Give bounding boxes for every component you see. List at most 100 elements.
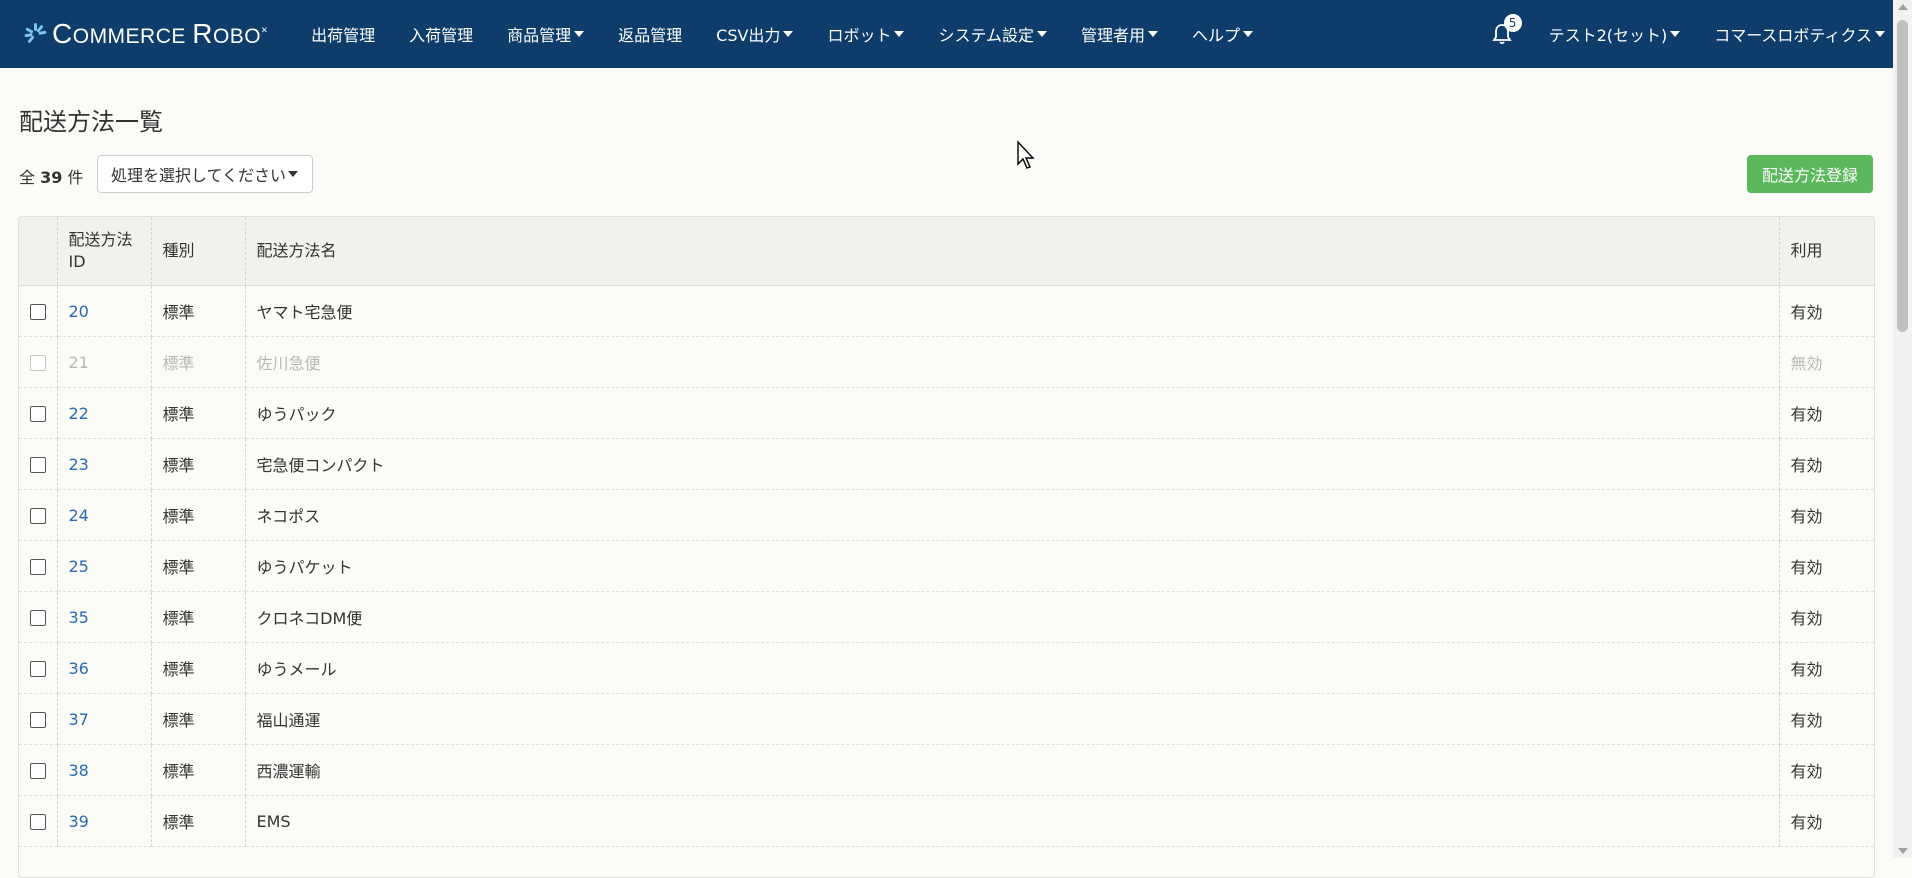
page-scrollbar[interactable] xyxy=(1893,0,1912,858)
nav-right: 5 テスト2(セット) コマースロボティクス xyxy=(1482,0,1893,68)
notification-button[interactable]: 5 xyxy=(1482,0,1522,68)
table-row[interactable]: 36 標準 ゆうメール 有効 xyxy=(19,642,1874,694)
row-name: 西濃運輸 xyxy=(245,744,1780,796)
header-type[interactable]: 種別 xyxy=(151,217,246,286)
row-checkbox xyxy=(19,336,58,388)
row-id-link[interactable]: 25 xyxy=(57,540,152,592)
nav-item[interactable]: ヘルプ xyxy=(1175,0,1270,68)
nav-item[interactable]: CSV出力 xyxy=(699,0,810,68)
main-menu: 出荷管理 入荷管理 商品管理 返品管理 CSV出力 ロボット システム設定 管理者用 ヘルプ xyxy=(294,0,1270,68)
company-menu[interactable]: コマースロボティクス xyxy=(1697,0,1893,68)
row-type: 標準 xyxy=(151,489,246,541)
row-id-link[interactable]: 38 xyxy=(57,744,152,796)
checkbox[interactable] xyxy=(29,763,46,779)
header-id[interactable]: 配送方法 ID xyxy=(57,217,152,286)
row-id-link[interactable]: 35 xyxy=(57,591,152,643)
row-checkbox xyxy=(19,744,58,796)
bulk-action-label: 処理を選択してください xyxy=(111,166,287,185)
row-checkbox xyxy=(19,591,58,643)
table-row[interactable]: 37 標準 福山通運 有効 xyxy=(19,693,1874,745)
table-row[interactable]: 38 標準 西濃運輸 有効 xyxy=(19,744,1874,796)
row-status: 有効 xyxy=(1779,540,1874,592)
scroll-up-arrow-icon[interactable] xyxy=(1898,4,1908,10)
nav-item[interactable]: システム設定 xyxy=(921,0,1064,68)
row-checkbox xyxy=(19,540,58,592)
checkbox[interactable] xyxy=(29,814,46,830)
chevron-down-icon xyxy=(1148,31,1158,37)
nav-item-label: ロボット xyxy=(827,26,892,45)
row-checkbox xyxy=(19,693,58,745)
row-id-link[interactable]: 39 xyxy=(57,795,152,847)
row-id-link[interactable]: 22 xyxy=(57,387,152,439)
row-id-link[interactable]: 21 xyxy=(57,336,152,388)
nav-item[interactable]: 管理者用 xyxy=(1064,0,1175,68)
nav-item-label: 入荷管理 xyxy=(409,26,474,45)
row-id-link[interactable]: 24 xyxy=(57,489,152,541)
count-value: 39 xyxy=(40,168,63,187)
checkbox[interactable] xyxy=(29,712,46,728)
row-checkbox xyxy=(19,489,58,541)
mouse-cursor-icon xyxy=(1017,140,1035,169)
brand-logo[interactable]: COMMERCE ROBO× xyxy=(24,18,268,50)
logo-burst-icon xyxy=(24,23,47,45)
checkbox[interactable] xyxy=(29,355,46,371)
table-row[interactable]: 21 標準 佐川急便 無効 xyxy=(19,336,1874,388)
scroll-thumb[interactable] xyxy=(1897,20,1908,332)
row-status: 無効 xyxy=(1779,336,1874,388)
scroll-down-arrow-icon[interactable] xyxy=(1898,848,1908,854)
nav-item-label: 商品管理 xyxy=(507,26,572,45)
register-shipping-method-button[interactable]: 配送方法登録 xyxy=(1747,155,1873,193)
checkbox[interactable] xyxy=(29,508,46,524)
checkbox[interactable] xyxy=(29,406,46,422)
count-suffix: 件 xyxy=(67,168,84,187)
table-row[interactable]: 35 標準 クロネコDM便 有効 xyxy=(19,591,1874,643)
row-name: EMS xyxy=(245,795,1780,847)
checkbox[interactable] xyxy=(29,610,46,626)
company-menu-label: コマースロボティクス xyxy=(1714,26,1872,45)
row-type: 標準 xyxy=(151,438,246,490)
chevron-down-icon xyxy=(1875,31,1885,37)
table-row[interactable]: 20 標準 ヤマト宅急便 有効 xyxy=(19,285,1874,337)
table-row[interactable]: 25 標準 ゆうパケット 有効 xyxy=(19,540,1874,592)
row-checkbox xyxy=(19,285,58,337)
row-id-link[interactable]: 20 xyxy=(57,285,152,337)
row-status: 有効 xyxy=(1779,387,1874,439)
table-row[interactable]: 22 標準 ゆうパック 有効 xyxy=(19,387,1874,439)
bulk-action-select[interactable]: 処理を選択してください xyxy=(97,155,313,193)
row-type: 標準 xyxy=(151,744,246,796)
table-row[interactable]: 23 標準 宅急便コンパクト 有効 xyxy=(19,438,1874,490)
count-prefix: 全 xyxy=(19,168,36,187)
chevron-down-icon xyxy=(783,31,794,37)
shipping-methods-table: 配送方法 ID 種別 配送方法名 利用 20 標準 ヤマト宅急便 有効 21 標準 佐川急便無… xyxy=(18,216,1875,878)
checkbox[interactable] xyxy=(29,457,46,473)
nav-item[interactable]: 出荷管理 xyxy=(294,0,392,68)
row-type: 標準 xyxy=(151,693,246,745)
row-status: 有効 xyxy=(1779,744,1874,796)
checkbox[interactable] xyxy=(29,559,46,575)
row-id-link[interactable]: 23 xyxy=(57,438,152,490)
row-status: 有効 xyxy=(1779,285,1874,337)
header-name[interactable]: 配送方法名 xyxy=(245,217,1780,286)
nav-item[interactable]: 商品管理 xyxy=(490,0,601,68)
row-name: クロネコDM便 xyxy=(245,591,1780,643)
row-checkbox xyxy=(19,387,58,439)
checkbox[interactable] xyxy=(29,661,46,677)
row-name: 佐川急便 xyxy=(245,336,1780,388)
row-id-link[interactable]: 37 xyxy=(57,693,152,745)
header-status[interactable]: 利用 xyxy=(1779,217,1874,286)
user-menu[interactable]: テスト2(セット) xyxy=(1532,0,1698,68)
row-type: 標準 xyxy=(151,336,246,388)
row-id-link[interactable]: 36 xyxy=(57,642,152,694)
row-name: ネコポス xyxy=(245,489,1780,541)
checkbox[interactable] xyxy=(29,304,46,320)
row-type: 標準 xyxy=(151,387,246,439)
nav-item[interactable]: 入荷管理 xyxy=(392,0,490,68)
nav-item[interactable]: ロボット xyxy=(810,0,921,68)
nav-item[interactable]: 返品管理 xyxy=(601,0,699,68)
row-checkbox xyxy=(19,438,58,490)
table-row[interactable]: 24 標準 ネコポス 有効 xyxy=(19,489,1874,541)
table-row[interactable]: 39 標準 EMS 有効 xyxy=(19,795,1874,847)
chevron-down-icon xyxy=(288,171,299,177)
nav-item-label: システム設定 xyxy=(938,26,1034,45)
nav-item-label: CSV出力 xyxy=(716,26,781,45)
